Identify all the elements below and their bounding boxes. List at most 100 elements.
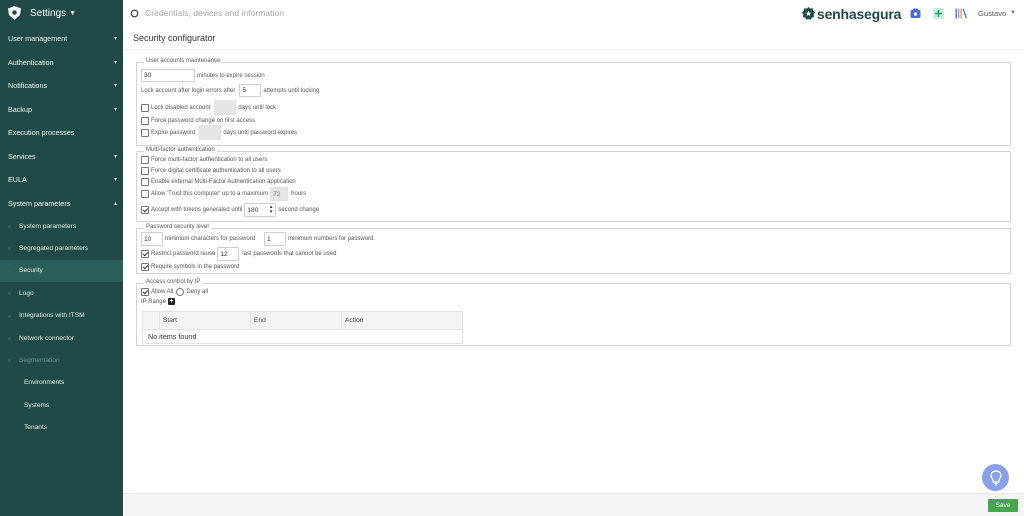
require-symbols-row: Require symbols in the password xyxy=(141,263,239,271)
sidebar-subitem-security[interactable]: Security xyxy=(0,259,123,283)
brand-logo: senhasegura xyxy=(802,6,901,22)
require-symbols-checkbox[interactable] xyxy=(141,263,149,271)
restrict-reuse-label: Restrict password reuse xyxy=(151,251,216,257)
lock-disabled-days-field[interactable] xyxy=(214,100,237,115)
sidebar-subitem-label: Logo xyxy=(19,289,34,297)
sidebar-item-system-parameters[interactable]: System parameters ▴ xyxy=(0,192,123,216)
footer-bar: Save xyxy=(123,493,1024,516)
ip-range-label: IP Range xyxy=(141,298,166,305)
sidebar-item-notifications[interactable]: Notifications ▾ xyxy=(0,74,123,98)
sidebar-subitem-network-connector[interactable]: Network connector xyxy=(0,327,123,349)
force-mfa-row: Force multi-factor authentication to all… xyxy=(141,156,267,164)
sidebar-item-execution-processes[interactable]: Execution processes xyxy=(0,121,123,145)
sidebar-item-eula[interactable]: EULA ▾ xyxy=(0,168,123,192)
restrict-reuse-checkbox[interactable] xyxy=(141,250,149,258)
expire-password-days-field[interactable] xyxy=(199,125,222,140)
sidebar-item-services[interactable]: Services ▾ xyxy=(0,145,123,169)
shield-logo-icon xyxy=(8,6,21,20)
expire-password-row: Expire password days until password expi… xyxy=(141,125,297,140)
sidebar-subsubitem-systems[interactable]: Systems xyxy=(0,394,123,416)
sidebar-subitem-label: Integrations with ITSM xyxy=(19,312,85,320)
force-change-row: Force password change on first access xyxy=(141,117,255,125)
tokens-seconds-value: 180 xyxy=(247,206,259,214)
tokens-checkbox[interactable] xyxy=(141,206,149,214)
trust-hours-field[interactable]: 72 xyxy=(270,187,289,201)
session-minutes-field[interactable]: 30 xyxy=(141,69,195,82)
sidebar-subitem-label: Segmentation xyxy=(19,357,60,365)
password-security-fieldset: Password security level 10 minimum chara… xyxy=(136,224,1011,274)
chevron-down-icon[interactable]: ▼ xyxy=(1010,10,1016,16)
sidebar-subitem-segmentation[interactable]: Segmentation xyxy=(0,349,123,371)
deny-all-radio[interactable] xyxy=(176,288,185,296)
lock-disabled-label: Lock disabled account xyxy=(151,104,211,111)
restrict-reuse-row: Restrict password reuse 12 last password… xyxy=(141,247,336,261)
stepper-arrows-icon[interactable]: ▲ ▼ xyxy=(269,204,273,214)
chevron-down-icon: ▾ xyxy=(113,106,117,113)
tokens-seconds-stepper[interactable]: 180 ▲ ▼ xyxy=(244,203,277,217)
external-mfa-label: Enable external Multi-Factor Authenticat… xyxy=(151,179,296,185)
search-input[interactable] xyxy=(145,8,445,18)
sidebar-item-backup[interactable]: Backup ▾ xyxy=(0,98,123,122)
trust-computer-checkbox[interactable] xyxy=(141,190,149,198)
brand-name: senhasegura xyxy=(817,6,902,22)
force-mfa-checkbox[interactable] xyxy=(141,156,149,164)
user-name[interactable]: Gustavo xyxy=(978,9,1006,18)
page-title: Security configurator xyxy=(133,33,216,43)
external-mfa-checkbox[interactable] xyxy=(141,178,149,186)
tokens-row: Accept with tokens generated until 180 ▲… xyxy=(141,203,319,217)
sidebar-item-authentication[interactable]: Authentication ▾ xyxy=(0,51,123,75)
lock-disabled-row: Lock disabled account days until lock xyxy=(141,100,276,115)
column-action: Action xyxy=(341,312,462,329)
sidebar-item-label: Backup xyxy=(8,104,32,114)
sidebar-menu: User management ▾ Authentication ▾ Notific… xyxy=(0,27,123,439)
settings-caret-icon: ▼ xyxy=(69,9,77,17)
sidebar-subsubitem-environments[interactable]: Environments xyxy=(0,372,123,394)
allow-all-checkbox[interactable] xyxy=(141,288,149,296)
search-icon[interactable] xyxy=(130,9,139,18)
ip-range-row: IP Range + xyxy=(141,298,175,305)
sidebar-subsubitem-tenants[interactable]: Tenants xyxy=(0,417,123,439)
ip-mode-row: Allow All Deny all xyxy=(141,288,208,296)
add-icon[interactable] xyxy=(933,8,944,19)
column-end: End xyxy=(250,312,341,329)
sidebar-subsubitem-label: Environments xyxy=(24,379,65,387)
settings-title: Settings xyxy=(30,7,67,19)
sidebar-subitem-segregated-parameters[interactable]: Segregated parameters xyxy=(0,237,123,259)
expire-password-label: Expire password xyxy=(151,129,196,136)
lock-disabled-checkbox[interactable] xyxy=(141,103,149,112)
expire-password-checkbox[interactable] xyxy=(141,128,149,137)
lock-errors-field[interactable]: 5 xyxy=(239,84,262,97)
require-symbols-label: Require symbols in the password xyxy=(151,264,240,270)
help-bubble[interactable] xyxy=(982,464,1009,491)
fieldset-legend: Multi-factor authentication xyxy=(144,147,217,153)
chevron-down-icon: ▾ xyxy=(113,177,117,184)
sidebar-item-user-management[interactable]: User management ▾ xyxy=(0,27,123,51)
vault-icon[interactable] xyxy=(910,8,921,19)
lightbulb-icon xyxy=(989,469,1002,486)
tokens-label: Accept with tokens generated until xyxy=(151,207,243,213)
save-button[interactable]: Save xyxy=(988,499,1018,512)
min-chars-field[interactable]: 10 xyxy=(141,232,163,246)
sidebar-subitem-integrations-itsm[interactable]: Integrations with ITSM xyxy=(0,305,123,327)
sidebar-item-label: System parameters xyxy=(8,198,71,208)
sidebar-header[interactable]: Settings ▼ xyxy=(0,0,123,26)
sidebar-subitem-label: Segregated parameters xyxy=(19,245,89,253)
trust-computer-label: Allow 'Trust this computer' up to a maxi… xyxy=(151,191,269,197)
table-header: Start End Action xyxy=(143,312,462,330)
session-expire-row: 30 minutes to expire session xyxy=(141,69,265,82)
fieldset-legend: Password security level xyxy=(144,224,211,230)
add-ip-range-icon[interactable]: + xyxy=(167,298,175,305)
restrict-reuse-field[interactable]: 12 xyxy=(217,247,240,261)
library-icon[interactable] xyxy=(955,8,967,19)
sidebar-subitem-system-parameters[interactable]: System parameters xyxy=(0,215,123,237)
force-cert-checkbox[interactable] xyxy=(141,167,149,175)
min-numbers-field[interactable]: 1 xyxy=(264,232,287,246)
force-change-checkbox[interactable] xyxy=(141,117,149,125)
session-minutes-label: minutes to expire session xyxy=(197,72,265,79)
tokens-seconds-suffix: second change xyxy=(278,207,320,213)
chevron-down-icon: ▾ xyxy=(113,83,117,90)
expire-password-suffix: days until password expires xyxy=(223,129,298,136)
sidebar-item-label: EULA xyxy=(8,175,27,185)
sidebar-subitem-logo[interactable]: Logo xyxy=(0,282,123,304)
force-change-label: Force password change on first access xyxy=(151,118,256,124)
